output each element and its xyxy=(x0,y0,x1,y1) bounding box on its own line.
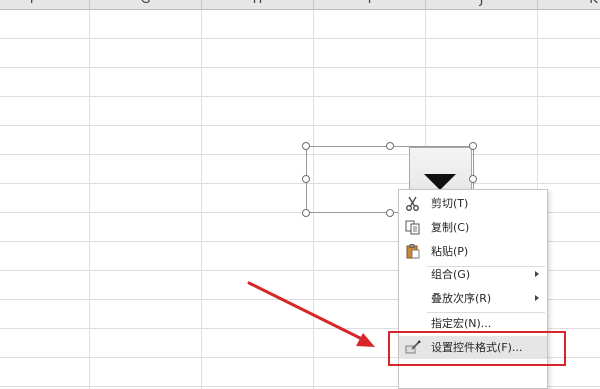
menu-item-label: 复制(C) xyxy=(431,221,470,234)
grid-row-line xyxy=(0,125,600,126)
resize-handle-top-right[interactable] xyxy=(469,142,477,150)
grid-row-line xyxy=(0,67,600,68)
grid-row-line xyxy=(0,183,600,184)
column-header-g[interactable]: G xyxy=(90,0,202,9)
resize-handle-top-left[interactable] xyxy=(302,142,310,150)
menu-item-cut[interactable]: 剪切(T) xyxy=(399,192,547,215)
submenu-arrow-icon xyxy=(535,271,539,277)
copy-icon xyxy=(405,220,420,235)
column-header-j[interactable]: J xyxy=(426,0,538,9)
dropdown-arrow-icon xyxy=(424,174,456,190)
column-header-i[interactable]: I xyxy=(314,0,426,9)
resize-handle-left[interactable] xyxy=(302,175,310,183)
paste-icon xyxy=(406,244,420,259)
scissors-icon xyxy=(406,196,419,211)
menu-item-label: 叠放次序(R) xyxy=(431,292,492,305)
resize-handle-bottom[interactable] xyxy=(386,209,394,217)
column-header-f[interactable]: F xyxy=(0,0,90,9)
menu-item-paste[interactable]: 粘贴(P) xyxy=(399,240,547,263)
column-header-row: F G H I J K xyxy=(0,0,600,10)
grid-row-line xyxy=(0,96,600,97)
column-header-k[interactable]: K xyxy=(538,0,600,9)
menu-item-copy[interactable]: 复制(C) xyxy=(399,216,547,239)
menu-item-label: 粘贴(P) xyxy=(431,245,469,258)
grid-row-line xyxy=(0,154,600,155)
menu-item-order[interactable]: 叠放次序(R) xyxy=(399,287,547,310)
annotation-highlight-box xyxy=(388,331,566,366)
resize-handle-bottom-left[interactable] xyxy=(302,209,310,217)
resize-handle-top[interactable] xyxy=(386,142,394,150)
menu-item-label: 剪切(T) xyxy=(431,197,469,210)
resize-handle-right[interactable] xyxy=(469,175,477,183)
menu-item-group[interactable]: 组合(G) xyxy=(399,263,547,286)
menu-item-label: 组合(G) xyxy=(431,268,471,281)
submenu-arrow-icon xyxy=(535,295,539,301)
grid-row-line xyxy=(0,38,600,39)
column-header-h[interactable]: H xyxy=(202,0,314,9)
